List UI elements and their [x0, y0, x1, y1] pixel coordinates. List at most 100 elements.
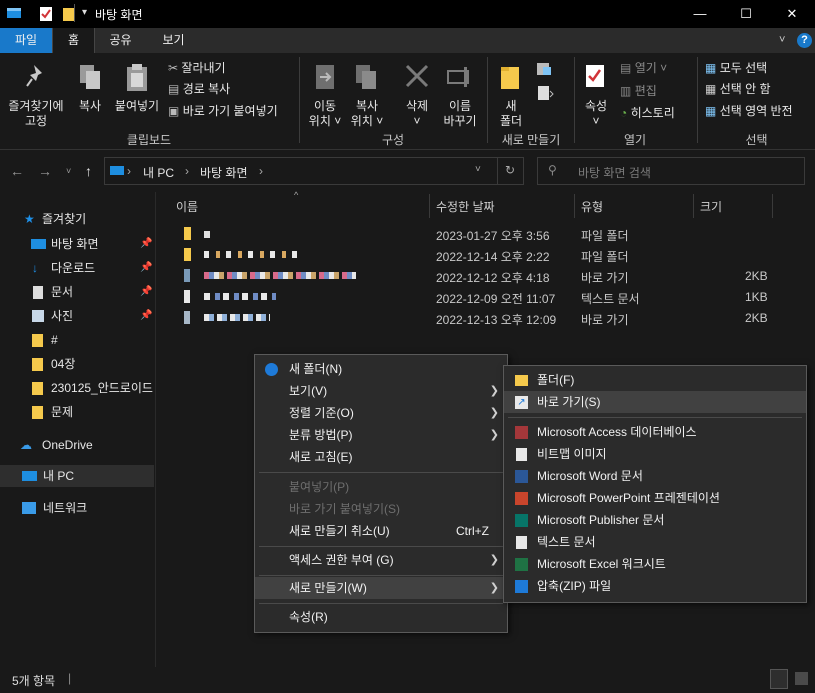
sidebar-item-downloads[interactable]: ↓ 다운로드 📌 [0, 257, 154, 279]
collapse-ribbon-icon[interactable]: ˅ [779, 34, 785, 46]
edit-button[interactable]: ▥ 편집 [620, 84, 657, 99]
file-row[interactable]: 2022-12-12 오후 4:18 바로 가기 2KB [164, 266, 774, 287]
sidebar-item-folder[interactable]: 문제 [0, 401, 154, 423]
close-button[interactable]: ✕ [769, 0, 815, 28]
copy-to-button[interactable]: 복사 위치 ˅ [346, 57, 388, 129]
sidebar-item-folder[interactable]: # [0, 329, 154, 351]
pin-icon[interactable]: 📌 [140, 233, 152, 255]
menu-item-group-by[interactable]: 분류 방법(P) ❯ [255, 424, 507, 446]
menu-item-new-folder[interactable]: 새 폴더(N) [255, 358, 507, 380]
properties-quick-icon[interactable] [38, 6, 54, 22]
invert-selection-button[interactable]: ▦ 선택 영역 반전 [705, 104, 793, 119]
open-button[interactable]: ▤ 열기 ˅ [620, 61, 667, 76]
copy-path-label: 경로 복사 [182, 82, 231, 96]
back-arrow-icon[interactable]: ← [10, 163, 24, 179]
new-folder-button[interactable]: 새 폴더 [493, 57, 529, 129]
properties-button[interactable]: 속성 ˅ [578, 57, 614, 129]
breadcrumb-chevron-icon[interactable]: › [127, 164, 131, 178]
tab-share[interactable]: 공유 [99, 28, 142, 53]
move-to-button[interactable]: 이동 위치 ˅ [304, 57, 346, 129]
column-divider[interactable] [693, 194, 694, 218]
pin-icon[interactable]: 📌 [140, 257, 152, 279]
pin-icon[interactable]: 📌 [140, 305, 152, 327]
select-none-button[interactable]: ▦ 선택 안 함 [705, 82, 771, 97]
pc-icon [22, 471, 37, 481]
menu-item-sort-by[interactable]: 정렬 기준(O) ❯ [255, 402, 507, 424]
copy-path-button[interactable]: ▤ 경로 복사 [168, 82, 230, 97]
tab-view[interactable]: 보기 [152, 28, 195, 53]
delete-button[interactable]: 삭제 ˅ [398, 57, 436, 129]
menu-item-paste[interactable]: 붙여넣기(P) [255, 476, 507, 498]
breadcrumb-chevron-icon[interactable]: › [259, 164, 263, 178]
cut-button[interactable]: ✂ 잘라내기 [168, 61, 226, 76]
recent-locations-icon[interactable]: ˅ [66, 166, 71, 176]
sidebar-item-desktop[interactable]: 바탕 화면 📌 [0, 233, 154, 255]
refresh-icon[interactable]: ↻ [505, 163, 515, 177]
history-button[interactable]: ◔ 히스토리 [620, 106, 675, 121]
submenu-item-publisher[interactable]: Microsoft Publisher 문서 [504, 509, 806, 531]
submenu-item-folder[interactable]: 폴더(F) [504, 369, 806, 391]
easy-access-icon[interactable] [536, 85, 556, 104]
sidebar-item-folder[interactable]: 230125_안드로이드 [0, 377, 154, 399]
select-all-button[interactable]: ▦ 모두 선택 [705, 61, 767, 76]
submenu-item-zip[interactable]: 압축(ZIP) 파일 [504, 575, 806, 597]
column-divider[interactable] [574, 194, 575, 218]
submenu-item-text[interactable]: 텍스트 문서 [504, 531, 806, 553]
submenu-item-bitmap[interactable]: 비트맵 이미지 [504, 443, 806, 465]
address-bar[interactable]: › 내 PC › 바탕 화면 › ˅ ↻ [104, 157, 524, 185]
new-item-icon[interactable] [536, 61, 556, 80]
breadcrumb-chevron-icon[interactable]: › [185, 164, 189, 178]
column-header-type[interactable]: 유형 [581, 198, 603, 215]
submenu-item-word[interactable]: Microsoft Word 문서 [504, 465, 806, 487]
file-row[interactable]: 2022-12-14 오후 2:22 파일 폴더 [164, 245, 774, 266]
explorer-icon[interactable] [6, 6, 22, 22]
menu-item-paste-shortcut[interactable]: 바로 가기 붙여넣기(S) [255, 498, 507, 520]
pin-quick-access-button[interactable]: 즐겨찾기에 고정 [4, 57, 68, 129]
breadcrumb-my-pc[interactable]: 내 PC [143, 164, 174, 181]
breadcrumb-desktop[interactable]: 바탕 화면 [200, 164, 248, 181]
submenu-item-excel[interactable]: Microsoft Excel 워크시트 [504, 553, 806, 575]
menu-item-refresh[interactable]: 새로 고침(E) [255, 446, 507, 468]
menu-item-undo-new[interactable]: 새로 만들기 취소(U) Ctrl+Z [255, 520, 507, 542]
column-header-size[interactable]: 크기 [700, 198, 722, 215]
file-row[interactable]: 2022-12-09 오전 11:07 텍스트 문서 1KB [164, 287, 774, 308]
help-icon[interactable]: ? [797, 33, 812, 48]
menu-item-properties[interactable]: 속성(R) [255, 606, 507, 628]
rename-button[interactable]: 이름 바꾸기 [438, 57, 482, 129]
copy-button[interactable]: 복사 [72, 57, 108, 129]
file-row[interactable]: 2022-12-13 오후 12:09 바로 가기 2KB [164, 308, 774, 329]
sidebar-item-pictures[interactable]: 사진 📌 [0, 305, 154, 327]
forward-arrow-icon[interactable]: → [38, 163, 52, 179]
paste-shortcut-button[interactable]: ▣ 바로 가기 붙여넣기 [168, 104, 278, 119]
sidebar-item-folder[interactable]: 04장 [0, 353, 154, 375]
file-row[interactable]: 2023-01-27 오후 3:56 파일 폴더 [164, 224, 774, 245]
large-icons-view-icon[interactable] [795, 672, 808, 685]
sidebar-item-documents[interactable]: 문서 📌 [0, 281, 154, 303]
sidebar-item-network[interactable]: 네트워크 [0, 497, 154, 519]
submenu-item-powerpoint[interactable]: Microsoft PowerPoint 프레젠테이션 [504, 487, 806, 509]
column-divider[interactable] [772, 194, 773, 218]
column-header-name[interactable]: 이름 [176, 198, 198, 215]
maximize-button[interactable]: ☐ [723, 0, 769, 28]
paste-button[interactable]: 붙여넣기 [110, 57, 164, 129]
column-header-date[interactable]: 수정한 날짜 [436, 198, 495, 215]
address-dropdown-icon[interactable]: ˅ [475, 164, 481, 175]
sidebar-item-quick-access[interactable]: ★ 즐겨찾기 [0, 208, 154, 230]
submenu-item-access[interactable]: Microsoft Access 데이터베이스 [504, 421, 806, 443]
details-view-icon[interactable] [770, 669, 788, 689]
submenu-item-shortcut[interactable]: ↗ 바로 가기(S) [504, 391, 806, 413]
tab-file[interactable]: 파일 [0, 28, 52, 53]
menu-item-give-access[interactable]: 액세스 권한 부여 (G) ❯ [255, 549, 507, 571]
minimize-button[interactable]: — [677, 0, 723, 28]
up-arrow-icon[interactable]: ↑ [85, 163, 92, 179]
column-divider[interactable] [429, 194, 430, 218]
pin-icon[interactable]: 📌 [140, 281, 152, 303]
search-box[interactable]: ⚲ 바탕 화면 검색 [537, 157, 805, 185]
folder-icon [32, 406, 43, 419]
menu-item-view[interactable]: 보기(V) ❯ [255, 380, 507, 402]
menu-item-new[interactable]: 새로 만들기(W) ❯ [255, 577, 507, 599]
sidebar-item-this-pc[interactable]: 내 PC [0, 465, 154, 487]
sidebar-item-onedrive[interactable]: ☁ OneDrive [0, 434, 154, 456]
tab-home[interactable]: 홈 [52, 28, 95, 53]
quick-access-dropdown-icon[interactable]: ▾ [82, 7, 87, 18]
